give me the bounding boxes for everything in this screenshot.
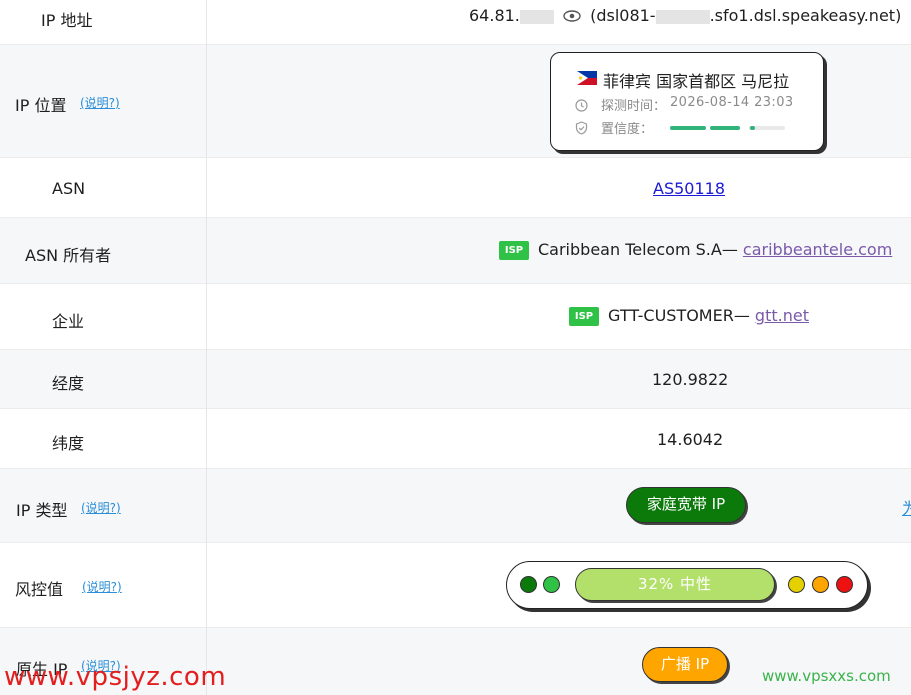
longitude-label: 经度 — [52, 374, 85, 393]
column-divider — [206, 0, 207, 695]
row-asn: ASN AS50118 — [0, 158, 911, 218]
enterprise-name: GTT-CUSTOMER— — [608, 306, 755, 325]
location-text: 菲律宾 国家首都区 马尼拉 — [603, 72, 790, 91]
confidence-segment — [750, 126, 755, 130]
risk-dot-green — [543, 576, 560, 593]
ip-type-extra-link[interactable]: 为 — [902, 495, 911, 519]
confidence-label: 置信度： — [601, 122, 654, 137]
ip-address-value: 64.81. (dsl081- .sfo1.dsl.speakeasy.net) — [469, 6, 901, 26]
risk-dot-orange — [812, 576, 829, 593]
asn-owner-label: ASN 所有者 — [25, 246, 112, 265]
shield-check-icon — [575, 120, 588, 139]
asn-owner-value: ISP Caribbean Telecom S.A— caribbeantele.… — [499, 240, 892, 260]
enterprise-label: 企业 — [52, 312, 85, 331]
ip-prefix: 64.81. — [469, 6, 520, 25]
ip-type-help-link[interactable]: (说明?) — [81, 499, 121, 516]
risk-dot-yellow — [788, 576, 805, 593]
row-enterprise: 企业 ISP GTT-CUSTOMER— gtt.net — [0, 284, 911, 350]
hostname-prefix: (dsl081- — [590, 6, 656, 25]
risk-dot-red — [836, 576, 853, 593]
ip-location-help-link[interactable]: (说明?) — [80, 94, 120, 111]
longitude-value: 120.9822 — [652, 370, 729, 389]
latitude-value: 14.6042 — [657, 430, 724, 449]
row-ip-address: IP 地址 64.81. (dsl081- .sfo1.dsl.speakeasy… — [0, 0, 911, 45]
confidence-segment — [670, 126, 706, 130]
philippines-flag-icon — [577, 70, 597, 89]
detected-time-value: 2026-08-14 23:03 — [670, 95, 794, 110]
risk-meter: 32% 中性 — [506, 561, 868, 609]
ip-type-label: IP 类型 — [16, 501, 68, 520]
row-longitude: 经度 120.9822 — [0, 350, 911, 409]
location-card: 菲律宾 国家首都区 马尼拉 探测时间： 2026-08-14 23:03 置信度… — [550, 52, 824, 151]
eye-icon[interactable] — [563, 7, 581, 26]
hostname-suffix: .sfo1.dsl.speakeasy.net) — [709, 6, 902, 25]
asn-owner-domain-link[interactable]: caribbeantele.com — [743, 240, 892, 259]
risk-label: 风控值 — [15, 580, 64, 599]
enterprise-value: ISP GTT-CUSTOMER— gtt.net — [569, 306, 809, 326]
row-asn-owner: ASN 所有者 ISP Caribbean Telecom S.A— caribb… — [0, 218, 911, 284]
native-ip-badge: 广播 IP — [642, 647, 728, 682]
asn-owner-name: Caribbean Telecom S.A— — [538, 240, 743, 259]
hostname-masked-part — [655, 9, 710, 24]
ip-location-label: IP 位置 — [15, 96, 67, 115]
confidence-segment — [710, 126, 740, 130]
detected-time-label: 探测时间： — [601, 99, 667, 114]
clock-icon — [575, 97, 588, 116]
risk-help-link[interactable]: (说明?) — [82, 578, 122, 595]
row-latitude: 纬度 14.6042 — [0, 409, 911, 469]
watermark-right: www.vpsxxs.com — [762, 667, 891, 685]
ip-masked-part — [519, 9, 554, 24]
asn-label: ASN — [52, 179, 86, 198]
asn-link[interactable]: AS50118 — [653, 179, 725, 198]
risk-dot-dark-green — [520, 576, 537, 593]
watermark-left: www.vpsjyz.com — [4, 662, 227, 692]
row-ip-type: IP 类型 (说明?) — [0, 469, 911, 543]
isp-badge: ISP — [569, 307, 599, 326]
enterprise-domain-link[interactable]: gtt.net — [755, 306, 809, 325]
latitude-label: 纬度 — [52, 434, 85, 453]
ip-type-badge: 家庭宽带 IP — [626, 487, 746, 523]
isp-badge: ISP — [499, 241, 529, 260]
risk-score-bar: 32% 中性 — [575, 568, 775, 601]
ip-address-label: IP 地址 — [41, 11, 93, 30]
